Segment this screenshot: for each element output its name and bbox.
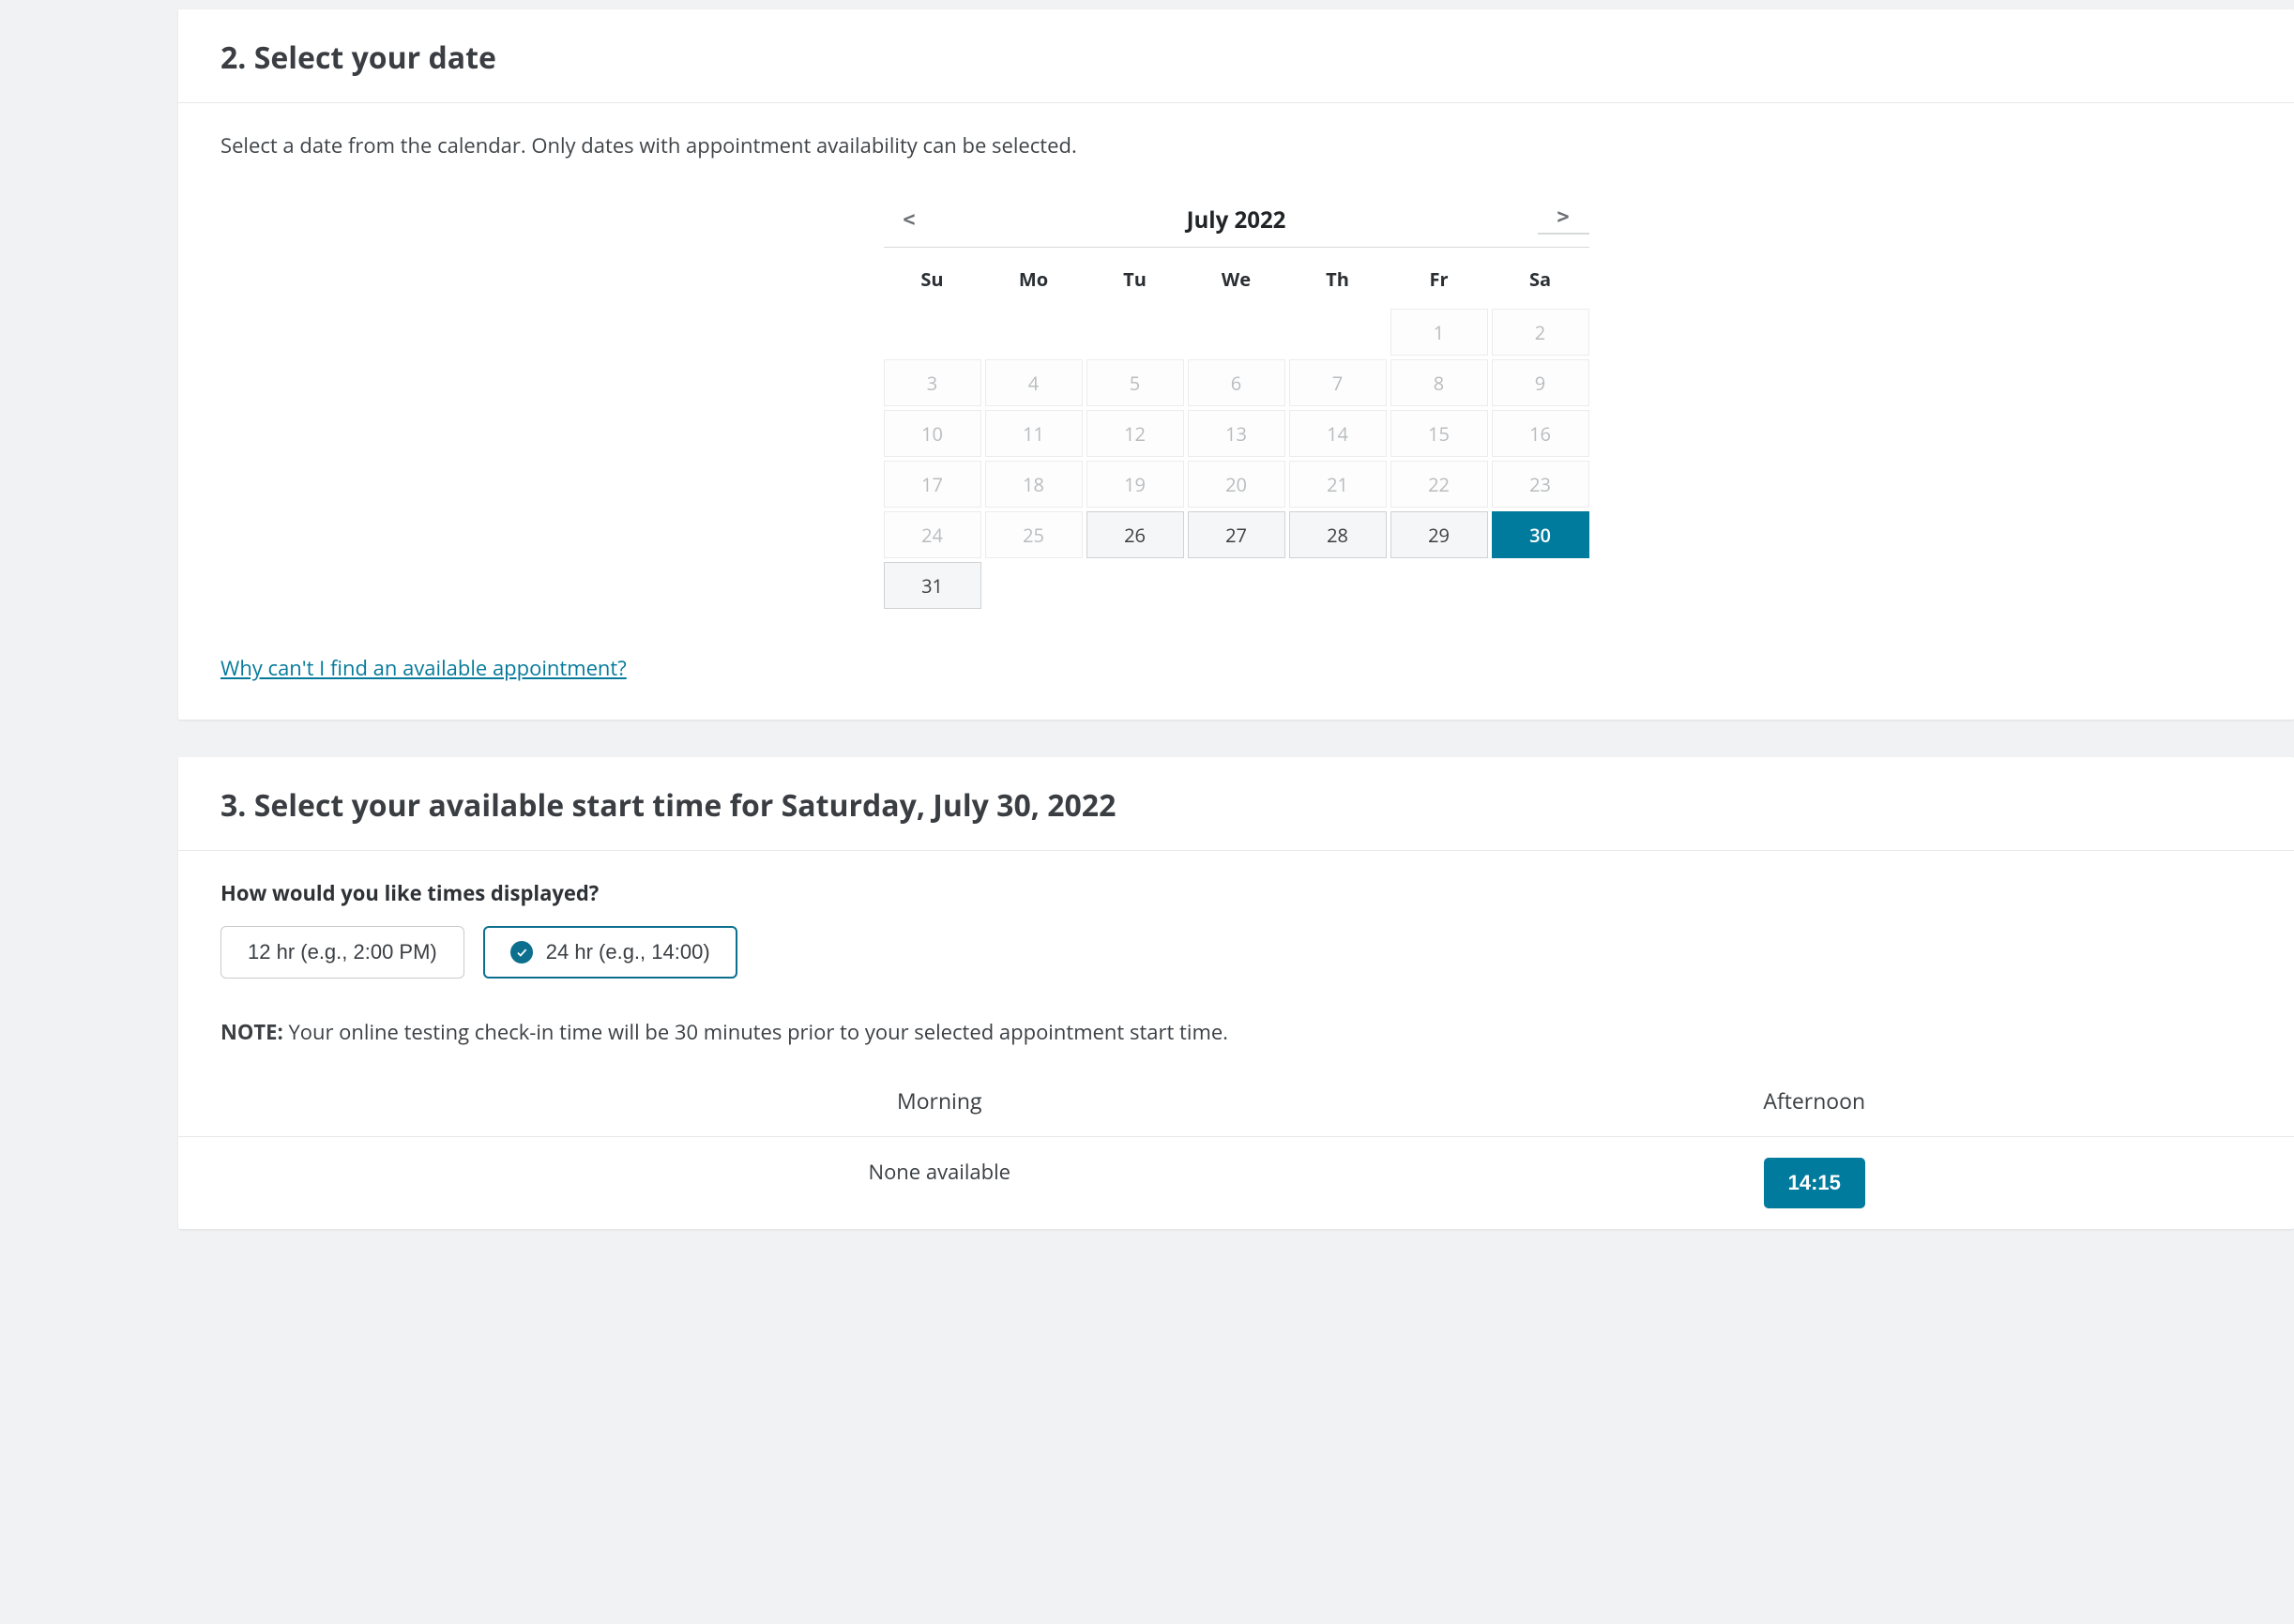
calendar-empty-cell: [985, 309, 1083, 356]
morning-header: Morning: [502, 1085, 1377, 1116]
calendar-day-1: 1: [1390, 309, 1488, 356]
note-prefix: NOTE:: [220, 1018, 283, 1046]
time-body-row: None available 14:15: [178, 1136, 2294, 1229]
time-format-24hr-button[interactable]: 24 hr (e.g., 14:00): [483, 926, 737, 979]
calendar-day-27[interactable]: 27: [1188, 511, 1285, 558]
calendar-dow: Tu: [1086, 257, 1184, 305]
calendar-day-10: 10: [884, 410, 981, 457]
calendar: < July 2022 > SuMoTuWeThFrSa123456789101…: [884, 197, 1589, 609]
calendar-empty-cell: [1289, 309, 1387, 356]
calendar-day-4: 4: [985, 359, 1083, 406]
check-circle-icon: [510, 941, 533, 964]
date-instruction: Select a date from the calendar. Only da…: [220, 131, 2252, 159]
calendar-day-25: 25: [985, 511, 1083, 558]
calendar-dow: Th: [1289, 257, 1387, 305]
calendar-wrapper: < July 2022 > SuMoTuWeThFrSa123456789101…: [220, 197, 2252, 609]
calendar-day-26[interactable]: 26: [1086, 511, 1184, 558]
time-header-row: Morning Afternoon: [220, 1085, 2252, 1136]
calendar-dow: We: [1188, 257, 1285, 305]
calendar-empty-cell: [884, 309, 981, 356]
calendar-day-30[interactable]: 30: [1492, 511, 1589, 558]
calendar-day-22: 22: [1390, 461, 1488, 508]
calendar-header: < July 2022 >: [884, 197, 1589, 248]
calendar-month-title: July 2022: [935, 205, 1538, 235]
calendar-day-3: 3: [884, 359, 981, 406]
afternoon-header: Afternoon: [1377, 1085, 2253, 1116]
calendar-day-11: 11: [985, 410, 1083, 457]
section-3-title: 3. Select your available start time for …: [220, 785, 2252, 826]
calendar-day-14: 14: [1289, 410, 1387, 457]
calendar-day-24: 24: [884, 511, 981, 558]
calendar-next-button[interactable]: >: [1538, 205, 1589, 235]
section-2-title: 2. Select your date: [220, 38, 2252, 78]
time-format-label: 12 hr (e.g., 2:00 PM): [248, 940, 437, 964]
calendar-empty-cell: [1188, 309, 1285, 356]
calendar-day-29[interactable]: 29: [1390, 511, 1488, 558]
calendar-day-6: 6: [1188, 359, 1285, 406]
calendar-day-21: 21: [1289, 461, 1387, 508]
note-text: Your online testing check-in time will b…: [283, 1018, 1228, 1046]
time-format-buttons: 12 hr (e.g., 2:00 PM) 24 hr (e.g., 14:00): [220, 926, 2252, 979]
section-2-header: 2. Select your date: [178, 9, 2294, 103]
calendar-dow: Su: [884, 257, 981, 305]
calendar-day-15: 15: [1390, 410, 1488, 457]
section-select-date: 2. Select your date Select a date from t…: [178, 9, 2294, 720]
section-2-body: Select a date from the calendar. Only da…: [178, 103, 2294, 720]
morning-none-available: None available: [869, 1158, 1011, 1186]
calendar-day-18: 18: [985, 461, 1083, 508]
calendar-day-16: 16: [1492, 410, 1589, 457]
calendar-dow: Mo: [985, 257, 1083, 305]
calendar-day-31[interactable]: 31: [884, 562, 981, 609]
calendar-day-8: 8: [1390, 359, 1488, 406]
calendar-day-12: 12: [1086, 410, 1184, 457]
calendar-day-19: 19: [1086, 461, 1184, 508]
calendar-day-17: 17: [884, 461, 981, 508]
calendar-day-9: 9: [1492, 359, 1589, 406]
calendar-grid: SuMoTuWeThFrSa12345678910111213141516171…: [884, 257, 1589, 609]
calendar-day-28[interactable]: 28: [1289, 511, 1387, 558]
calendar-day-20: 20: [1188, 461, 1285, 508]
calendar-day-13: 13: [1188, 410, 1285, 457]
calendar-empty-cell: [1086, 309, 1184, 356]
calendar-day-5: 5: [1086, 359, 1184, 406]
calendar-day-7: 7: [1289, 359, 1387, 406]
calendar-prev-button[interactable]: <: [884, 208, 935, 232]
calendar-day-2: 2: [1492, 309, 1589, 356]
time-columns: Morning Afternoon None available 14:15: [220, 1085, 2252, 1229]
checkin-note: NOTE: Your online testing check-in time …: [220, 1018, 2252, 1046]
calendar-day-23: 23: [1492, 461, 1589, 508]
time-format-question: How would you like times displayed?: [220, 879, 2252, 907]
calendar-dow: Fr: [1390, 257, 1488, 305]
time-format-label: 24 hr (e.g., 14:00): [546, 940, 710, 964]
time-slot-button[interactable]: 14:15: [1764, 1158, 1865, 1208]
time-format-12hr-button[interactable]: 12 hr (e.g., 2:00 PM): [220, 926, 464, 979]
section-3-header: 3. Select your available start time for …: [178, 757, 2294, 851]
section-3-body: How would you like times displayed? 12 h…: [178, 851, 2294, 1229]
calendar-dow: Sa: [1492, 257, 1589, 305]
afternoon-column: 14:15: [1377, 1158, 2253, 1208]
morning-column: None available: [502, 1158, 1377, 1208]
section-select-time: 3. Select your available start time for …: [178, 757, 2294, 1229]
help-link-no-appointment[interactable]: Why can't I find an available appointmen…: [220, 654, 627, 682]
